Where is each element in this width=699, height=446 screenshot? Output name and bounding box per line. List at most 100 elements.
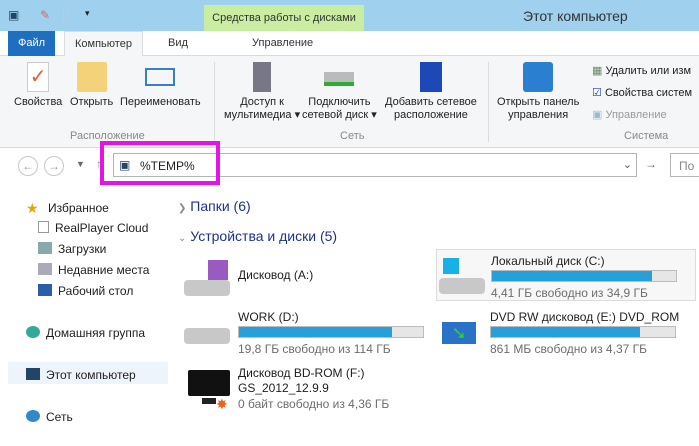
folder-quick-icon[interactable]: ▯ xyxy=(62,8,69,22)
label: Подключить xyxy=(308,96,371,108)
manage-icon: ▣ xyxy=(592,109,603,121)
sidebar-item-downloads[interactable]: Загрузки xyxy=(38,242,106,256)
dvd-drive-icon: ➘ xyxy=(442,314,488,354)
chevron-down-icon: ⌄ xyxy=(178,233,187,244)
title-bar: ▣ ✎ ▯ ▾ Средства работы с дисками Этот к… xyxy=(0,0,699,31)
uninstall-program-button[interactable]: ▦ Удалить или изм xyxy=(592,64,691,77)
drive-item-f[interactable]: ✸ Дисковод BD-ROM (F:) GS_2012_12.9.9 0 … xyxy=(170,362,420,416)
label: Добавить сетевое xyxy=(385,96,477,108)
ribbon: ✓ Свойства Открыть Переименовать Располож… xyxy=(0,56,699,148)
drive-free-space: 19,8 ГБ свободно из 114 ГБ xyxy=(238,342,391,356)
drive-item-e[interactable]: ➘ DVD RW дисковод (E:) DVD_ROM 861 МБ св… xyxy=(422,306,679,360)
drive-free-space: 0 байт свободно из 4,36 ГБ xyxy=(238,397,390,411)
drive-name: DVD RW дисковод (E:) DVD_ROM xyxy=(490,310,680,324)
sidebar-item-homegroup[interactable]: Домашняя группа xyxy=(26,326,145,340)
star-icon: ★ xyxy=(26,200,39,216)
drive-label: GS_2012_12.9.9 xyxy=(238,381,329,395)
drive-item-a[interactable]: Дисковод (A:) xyxy=(170,252,420,306)
label: Открыть панель xyxy=(497,96,580,108)
quick-access-dropdown-icon[interactable]: ▾ xyxy=(85,8,90,19)
desktop-icon xyxy=(38,284,52,296)
usage-fill xyxy=(492,271,653,281)
label: Свойства xyxy=(14,96,63,108)
label: Избранное xyxy=(48,201,109,215)
system-drive-icon xyxy=(439,258,485,298)
computer-icon: ▣ xyxy=(8,8,20,22)
drive-name: WORK (D:) xyxy=(238,310,299,324)
label: Переименовать xyxy=(120,96,201,108)
group-folders[interactable]: ❯ Папки (6) xyxy=(178,198,251,214)
back-button[interactable]: ← xyxy=(18,156,38,176)
group-label-system: Система xyxy=(624,130,669,142)
properties-button[interactable]: ✓ Свойства xyxy=(14,62,62,109)
file-icon xyxy=(38,221,49,233)
label: расположение xyxy=(394,109,468,121)
network-icon xyxy=(26,410,40,422)
search-input[interactable]: По xyxy=(670,153,699,177)
homegroup-icon xyxy=(26,326,40,338)
content-pane: ❯ Папки (6) ⌄ Устройства и диски (5) Дис… xyxy=(170,190,699,446)
label: Папки (6) xyxy=(190,198,251,214)
ribbon-tabs: Файл Компьютер Вид Управление xyxy=(0,31,699,57)
network-location-icon xyxy=(419,62,442,92)
media-access-button[interactable]: Доступ к мультимедиа ▾ xyxy=(224,62,300,122)
address-dropdown-icon[interactable]: ⌄ xyxy=(623,158,632,171)
sidebar-item-this-pc[interactable]: Этот компьютер xyxy=(26,368,136,382)
sidebar-item-recent[interactable]: Недавние места xyxy=(38,263,149,277)
label: Домашняя группа xyxy=(46,326,146,340)
highlight-box xyxy=(100,141,220,185)
label: мультимедиа ▾ xyxy=(224,109,301,121)
sidebar-item-realplayer[interactable]: RealPlayer Cloud xyxy=(38,221,148,235)
label: Этот компьютер xyxy=(46,368,136,382)
properties-quick-icon[interactable]: ✎ xyxy=(40,8,50,22)
label: Управление xyxy=(605,109,667,121)
open-folder-icon xyxy=(76,62,107,92)
divider xyxy=(214,62,215,142)
drive-name: Дисковод BD-ROM (F:) xyxy=(238,366,365,380)
tab-view[interactable]: Вид xyxy=(158,31,198,56)
system-properties-icon: ☑ xyxy=(592,87,602,99)
tab-computer[interactable]: Компьютер xyxy=(64,31,143,57)
floppy-drive-icon xyxy=(184,260,230,300)
rename-icon xyxy=(145,68,176,86)
hard-drive-icon xyxy=(184,314,230,354)
manage-button[interactable]: ▣ Управление xyxy=(592,108,667,121)
recent-places-icon xyxy=(38,263,52,275)
label: Открыть xyxy=(70,96,114,108)
sidebar-item-desktop[interactable]: Рабочий стол xyxy=(38,284,133,298)
rename-button[interactable]: Переименовать xyxy=(120,62,201,109)
group-devices[interactable]: ⌄ Устройства и диски (5) xyxy=(178,228,337,244)
recent-locations-icon[interactable]: ▼ xyxy=(76,159,85,169)
computer-icon xyxy=(26,368,40,380)
divider xyxy=(488,62,489,142)
usage-fill xyxy=(491,327,641,337)
drive-item-d[interactable]: WORK (D:) 19,8 ГБ свободно из 114 ГБ xyxy=(170,306,424,360)
control-panel-icon xyxy=(523,62,554,92)
label: Удалить или изм xyxy=(605,65,692,77)
drive-item-c[interactable]: Локальный диск (C:) 4,41 ГБ свободно из … xyxy=(436,249,696,301)
navigation-pane: ★ Избранное RealPlayer Cloud Загрузки Нед… xyxy=(0,190,170,446)
map-network-drive-button[interactable]: Подключить сетевой диск ▾ xyxy=(302,62,377,122)
go-button[interactable]: → xyxy=(645,157,657,171)
forward-button[interactable]: → xyxy=(44,156,64,176)
drive-usage-bar xyxy=(490,326,676,338)
window-title: Этот компьютер xyxy=(523,8,628,24)
label: Недавние места xyxy=(58,263,150,277)
tab-file[interactable]: Файл xyxy=(8,31,56,56)
add-network-location-button[interactable]: Добавить сетевое расположение xyxy=(385,62,477,122)
sidebar-item-favorites[interactable]: ★ Избранное xyxy=(26,200,109,216)
sidebar-item-network[interactable]: Сеть xyxy=(26,410,73,424)
programs-icon: ▦ xyxy=(592,65,603,77)
tab-manage[interactable]: Управление xyxy=(242,31,323,56)
label: Сеть xyxy=(46,410,73,424)
open-control-panel-button[interactable]: Открыть панель управления xyxy=(497,62,579,122)
media-icon xyxy=(253,62,272,92)
network-drive-icon xyxy=(324,72,355,86)
system-properties-button[interactable]: ☑ Свойства систем xyxy=(592,86,692,99)
group-label-network: Сеть xyxy=(340,130,365,142)
open-button[interactable]: Открыть xyxy=(70,62,113,109)
downloads-icon xyxy=(38,242,52,254)
drive-usage-bar xyxy=(238,326,424,338)
drive-free-space: 861 МБ свободно из 4,37 ГБ xyxy=(490,342,647,356)
label: Свойства систем xyxy=(604,87,693,99)
